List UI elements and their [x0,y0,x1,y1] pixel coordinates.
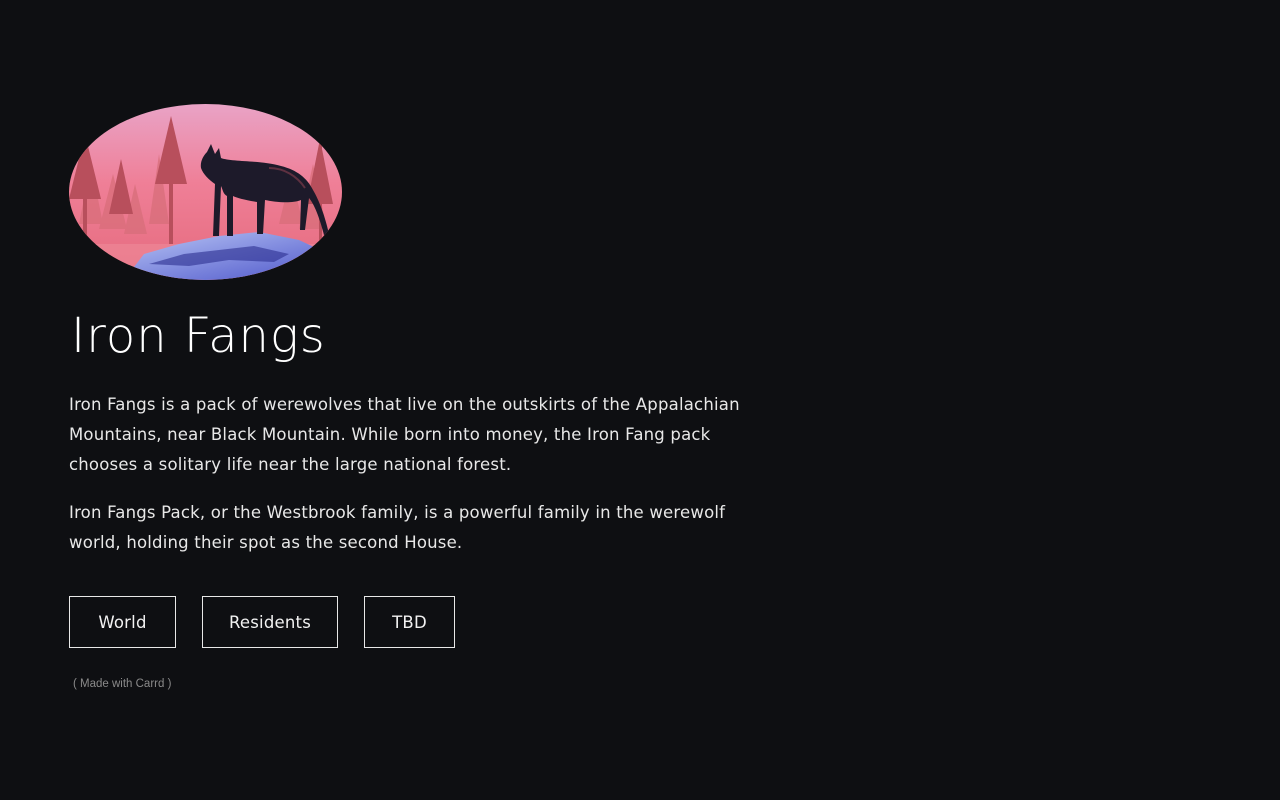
intro-paragraph: Iron Fangs is a pack of werewolves that … [69,395,740,474]
tbd-button[interactable]: TBD [364,596,455,648]
nav-buttons: World Residents TBD [69,596,749,648]
residents-button[interactable]: Residents [202,596,338,648]
made-with-carrd-link[interactable]: ( Made with Carrd ) [73,678,749,690]
family-paragraph: Iron Fangs Pack, or the Westbrook family… [69,503,726,552]
main-content: Iron Fangs Iron Fangs is a pack of werew… [69,104,749,690]
wolf-illustration-image [69,104,342,280]
world-button[interactable]: World [69,596,176,648]
page-title: Iron Fangs [71,308,326,364]
